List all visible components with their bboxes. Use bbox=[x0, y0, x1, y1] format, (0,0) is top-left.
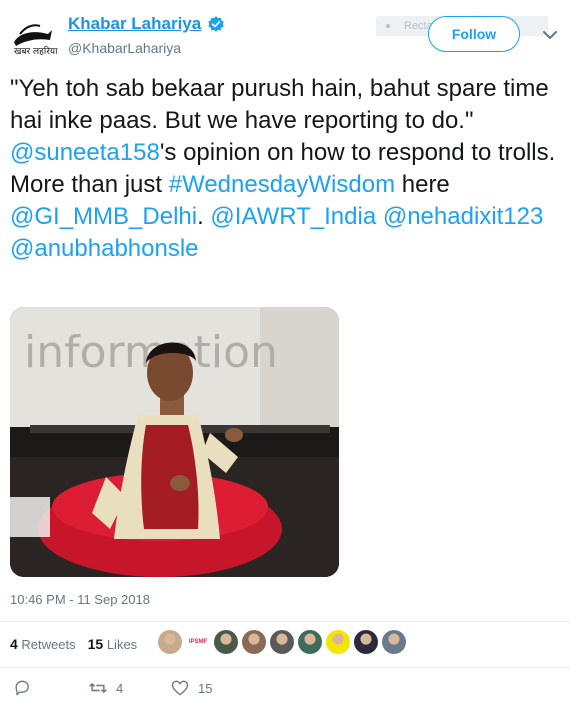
ipsmf-logo-icon[interactable]: IPSMF bbox=[186, 630, 210, 654]
likes-stat[interactable]: 15 Likes bbox=[88, 636, 138, 652]
bullet-dot-icon bbox=[386, 24, 390, 28]
tweet-text-segment bbox=[376, 203, 383, 230]
retweets-stat[interactable]: 4 Retweets bbox=[10, 636, 76, 652]
likes-label: Likes bbox=[106, 637, 138, 652]
name-row: Khabar Lahariya bbox=[68, 14, 225, 34]
verified-badge-icon bbox=[208, 16, 224, 32]
retweet-count: 4 bbox=[116, 680, 124, 696]
divider-bottom bbox=[0, 667, 570, 668]
liker-avatar-5-icon[interactable] bbox=[270, 630, 294, 654]
tweet-text-segment: "Yeh toh sab bekaar purush hain, bahut s… bbox=[10, 75, 549, 134]
liker-avatar-1-icon[interactable] bbox=[158, 630, 182, 654]
liker-avatar-3-icon[interactable] bbox=[214, 630, 238, 654]
reply-action[interactable] bbox=[12, 678, 32, 698]
liker-avatar-6-icon[interactable] bbox=[298, 630, 322, 654]
liker-avatar-4-icon[interactable] bbox=[242, 630, 266, 654]
heart-icon[interactable] bbox=[170, 678, 190, 698]
tweet-photo[interactable]: information bbox=[10, 307, 339, 577]
reply-icon[interactable] bbox=[12, 678, 32, 698]
display-name[interactable]: Khabar Lahariya bbox=[68, 14, 201, 34]
liker-avatar-9-icon[interactable] bbox=[382, 630, 406, 654]
khabar-lahariya-logo-icon[interactable]: खबर लहरिया bbox=[8, 14, 58, 64]
retweets-count: 4 bbox=[10, 636, 18, 652]
tweet-timestamp[interactable]: 10:46 PM - 11 Sep 2018 bbox=[10, 592, 150, 607]
like-count: 15 bbox=[198, 680, 213, 696]
tweet-text-segment: here bbox=[395, 171, 450, 198]
logo-text: खबर लहरिया bbox=[14, 45, 58, 57]
liker-avatar-8-icon[interactable] bbox=[354, 630, 378, 654]
tweet-link[interactable]: @nehadixit123 bbox=[383, 203, 543, 230]
tweet-actions: 4 15 bbox=[0, 678, 570, 706]
follow-button[interactable]: Follow bbox=[428, 16, 520, 52]
tweet-stats: 4 Retweets 15 Likes bbox=[10, 636, 137, 652]
retweet-icon[interactable] bbox=[88, 678, 108, 698]
photo-illustration: information bbox=[10, 307, 339, 577]
tweet-link[interactable]: @anubhabhonsle bbox=[10, 235, 199, 262]
account-handle[interactable]: @KhabarLahariya bbox=[68, 40, 181, 56]
tweet-link[interactable]: @suneeta158 bbox=[10, 139, 160, 166]
chevron-down-icon[interactable] bbox=[537, 24, 563, 46]
tweet-text: "Yeh toh sab bekaar purush hain, bahut s… bbox=[10, 73, 570, 265]
likes-count: 15 bbox=[87, 636, 104, 652]
tweet-link[interactable]: @IAWRT_India bbox=[210, 203, 376, 230]
like-action[interactable]: 15 bbox=[170, 678, 212, 698]
tweet-header: खबर लहरिया Khabar Lahariya @KhabarLahari… bbox=[0, 0, 579, 70]
tweet-link[interactable]: @GI_MMB_Delhi bbox=[10, 203, 197, 230]
tweet-text-segment: . bbox=[197, 203, 211, 230]
tweet-link[interactable]: #WednesdayWisdom bbox=[169, 171, 395, 198]
retweet-action[interactable]: 4 bbox=[88, 678, 123, 698]
liker-avatars: IPSMF bbox=[158, 630, 406, 654]
retweets-label: Retweets bbox=[21, 637, 76, 652]
divider-top bbox=[0, 621, 570, 622]
liker-avatar-7-icon[interactable] bbox=[326, 630, 350, 654]
